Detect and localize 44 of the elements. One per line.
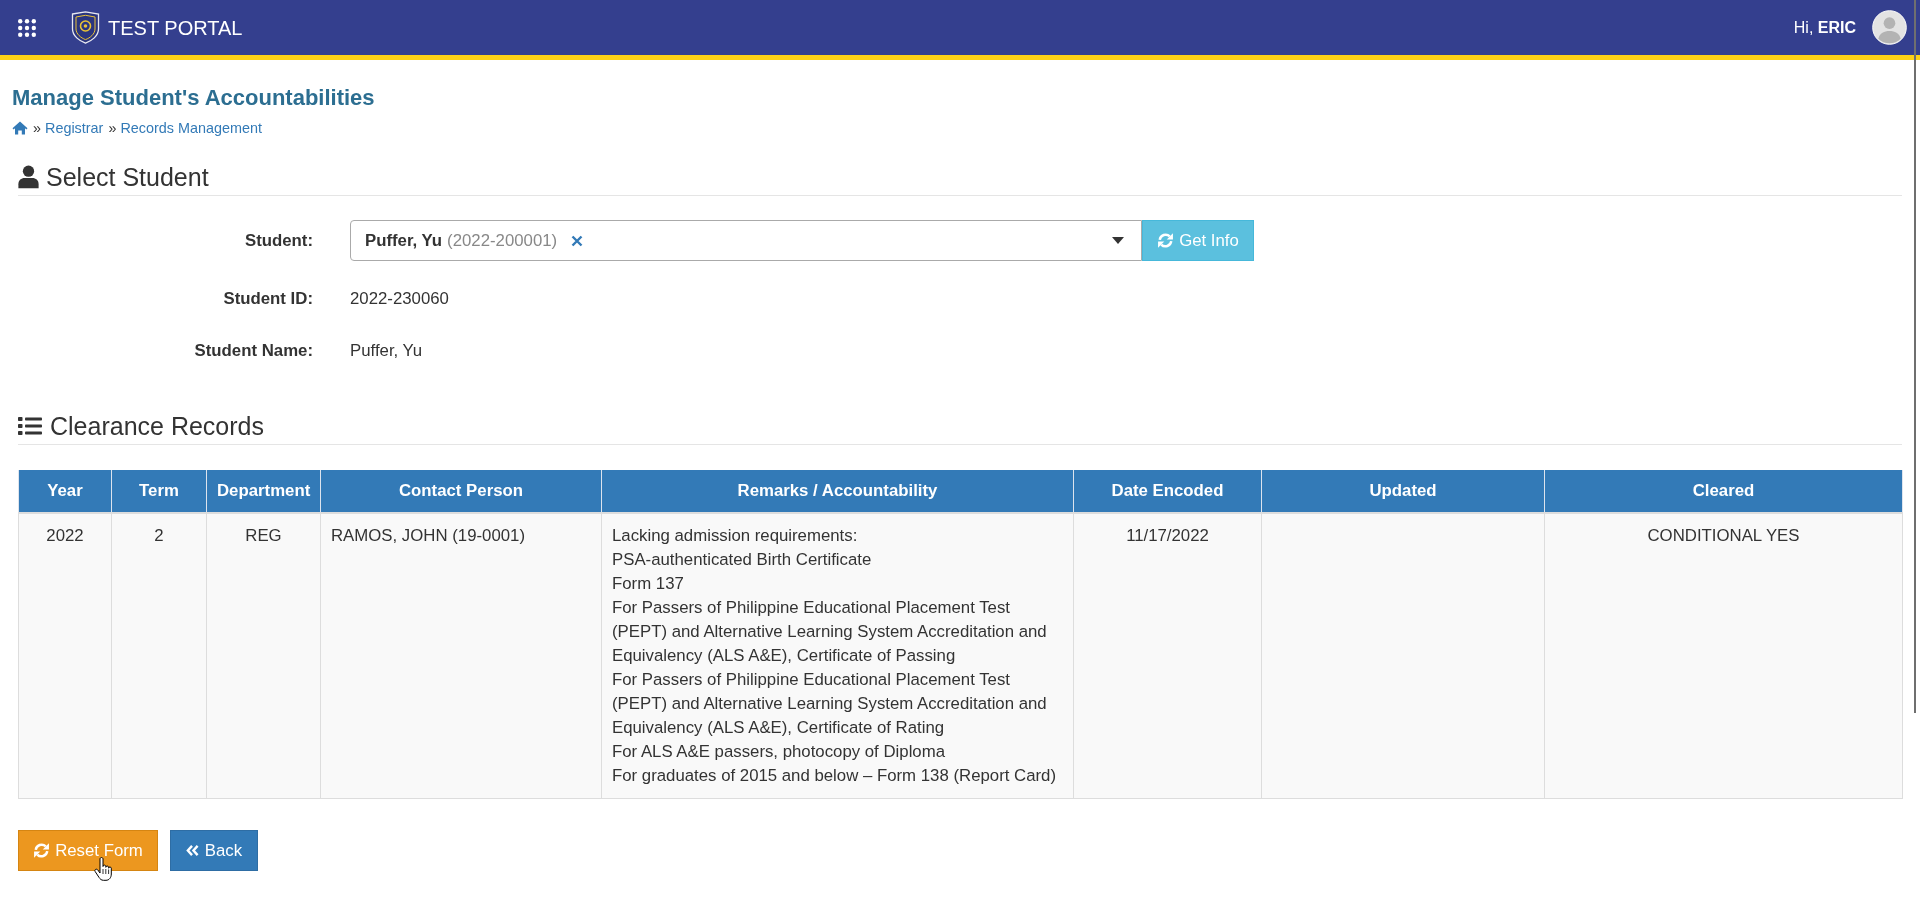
column-header: Cleared xyxy=(1544,470,1903,513)
table-cell: 2022 xyxy=(18,513,112,799)
user-icon xyxy=(18,165,39,189)
user-greeting: Hi, ERIC xyxy=(1793,17,1856,38)
clear-icon[interactable] xyxy=(571,234,584,247)
breadcrumb-link[interactable]: Records Management xyxy=(120,118,262,138)
student-select[interactable]: Puffer, Yu (2022-200001) xyxy=(350,220,1142,261)
double-chevron-left-icon xyxy=(185,844,199,857)
table-cell: REG xyxy=(206,513,321,799)
apps-grid-icon[interactable] xyxy=(18,18,36,37)
field-label: Student Name: xyxy=(193,340,313,362)
scrollbar-thumb[interactable] xyxy=(1914,0,1916,713)
avatar-icon[interactable] xyxy=(1872,10,1907,45)
column-header: Term xyxy=(111,470,207,513)
shield-icon xyxy=(71,11,100,44)
page-title: Manage Student's Accountabilities xyxy=(12,84,375,112)
portal-title: TEST PORTAL xyxy=(108,15,243,41)
list-icon xyxy=(18,416,42,436)
refresh-icon xyxy=(33,842,51,859)
back-button[interactable]: Back xyxy=(170,830,258,871)
section-heading: Clearance Records xyxy=(50,411,264,441)
column-header: Department xyxy=(206,470,321,513)
field-label: Student: xyxy=(243,229,313,252)
section-heading: Select Student xyxy=(46,162,209,192)
table-cell: CONDITIONAL YES xyxy=(1544,513,1903,799)
field-value: Puffer, Yu xyxy=(350,340,423,362)
home-icon[interactable] xyxy=(12,121,28,135)
hand-cursor-icon xyxy=(94,857,112,881)
breadcrumb-link[interactable]: Registrar xyxy=(45,118,104,138)
refresh-icon xyxy=(1157,232,1175,249)
caret-down-icon[interactable] xyxy=(1112,237,1124,244)
column-header: Date Encoded xyxy=(1073,470,1262,513)
table-cell: 2 xyxy=(111,513,207,799)
column-header: Year xyxy=(18,470,112,513)
column-header: Contact Person xyxy=(320,470,602,513)
table-cell: Lacking admission requirements: PSA-authenticated Birth Certificate Form 137 For Passers of Philippine Educational Placement Test (PEPT) and Alternative Learning System Accreditation and Equivalency (ALS A&E), Certificate of Passing For Passers of Philippine Educational Placement Test (PEPT) and Alternative Learning System Accreditation and Equivalency (ALS A&E), Certificate of Rating For ALS A&E passers, photocopy of Diploma For graduates of 2015 and below – Form 138 (Report Card) xyxy=(601,513,1074,799)
column-header: Remarks / Accountability xyxy=(601,470,1074,513)
column-header: Updated xyxy=(1261,470,1545,513)
breadcrumb-separator: » xyxy=(108,119,117,138)
table-cell: 11/17/2022 xyxy=(1073,513,1262,799)
field-value: 2022-230060 xyxy=(350,288,449,310)
breadcrumb-separator: » xyxy=(33,119,41,138)
field-label: Student ID: xyxy=(222,288,313,310)
table-cell: RAMOS, JOHN (19-0001) xyxy=(320,513,602,799)
